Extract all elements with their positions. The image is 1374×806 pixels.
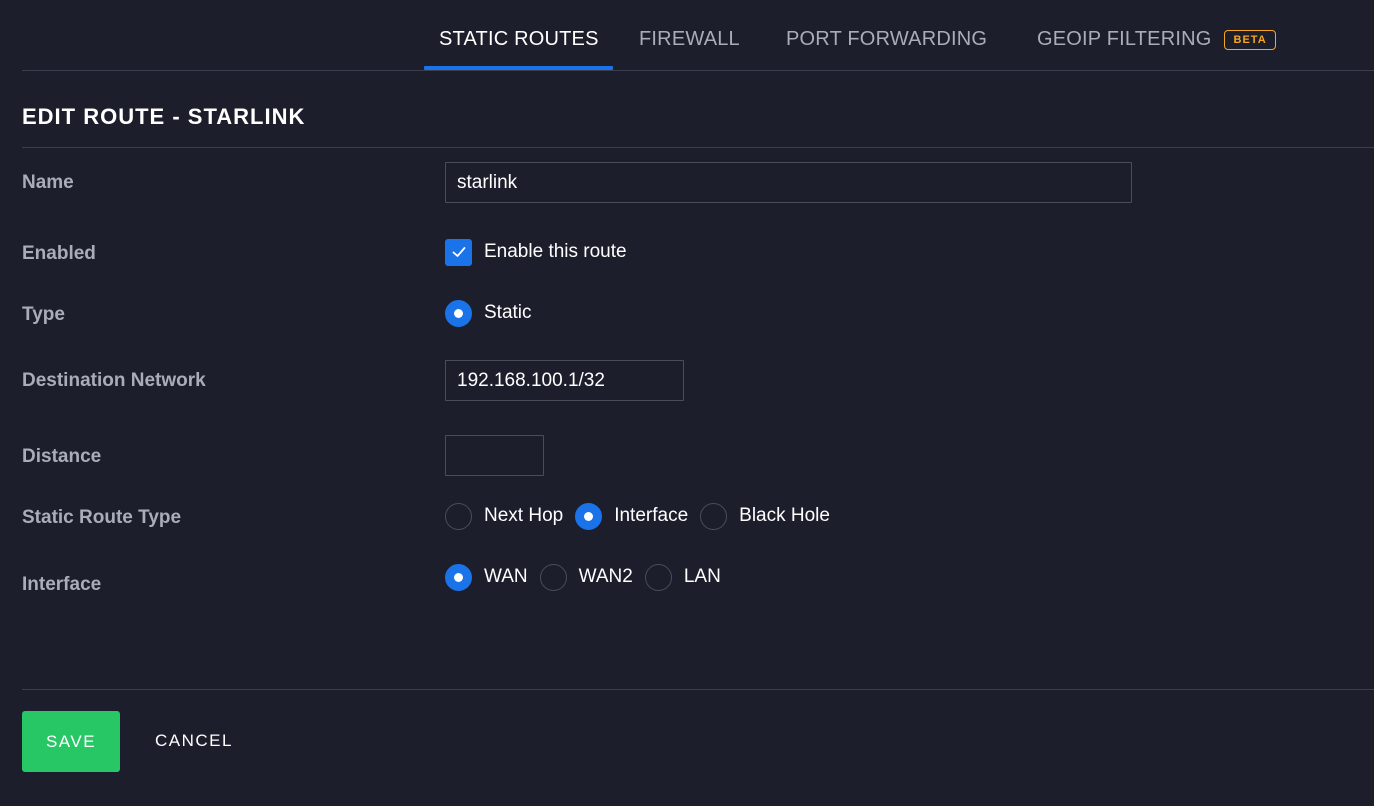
check-icon bbox=[452, 247, 465, 257]
type-label: Type bbox=[22, 304, 65, 325]
tab-geoip-label: GEOIP FILTERING bbox=[1037, 28, 1212, 50]
wan2-radio[interactable] bbox=[539, 563, 567, 591]
beta-badge: BETA bbox=[1223, 30, 1276, 50]
destination-network-input[interactable] bbox=[445, 360, 684, 401]
wan2-label: WAN2 bbox=[578, 566, 633, 587]
distance-label: Distance bbox=[22, 446, 102, 467]
wan-radio[interactable] bbox=[445, 563, 472, 591]
tab-port-forwarding[interactable]: PORT FORWARDING bbox=[786, 28, 987, 70]
wan-label: WAN bbox=[484, 566, 528, 587]
tab-bar: STATIC ROUTES FIREWALL PORT FORWARDING G… bbox=[0, 0, 1374, 70]
next-hop-radio[interactable] bbox=[445, 502, 472, 530]
tab-geoip-filtering[interactable]: GEOIP FILTERING BETA bbox=[1037, 28, 1276, 70]
enable-route-checkbox[interactable] bbox=[445, 238, 472, 266]
interface-label: Interface bbox=[22, 574, 102, 595]
interface-radio[interactable] bbox=[575, 502, 603, 530]
page-title: EDIT ROUTE - STARLINK bbox=[22, 104, 306, 129]
tab-firewall[interactable]: FIREWALL bbox=[639, 28, 740, 70]
enabled-option: Enable this route bbox=[445, 238, 639, 266]
distance-input[interactable] bbox=[445, 435, 544, 476]
interface-options: WAN WAN2 LAN bbox=[445, 563, 733, 591]
type-static-radio[interactable] bbox=[445, 299, 472, 327]
static-route-type-options: Next Hop Interface Black Hole bbox=[445, 502, 842, 530]
lan-label: LAN bbox=[683, 566, 721, 587]
title-divider bbox=[22, 147, 1374, 148]
tab-static-routes[interactable]: STATIC ROUTES bbox=[424, 28, 613, 70]
black-hole-radio[interactable] bbox=[700, 502, 728, 530]
tab-divider bbox=[22, 70, 1374, 71]
interface-option-label: Interface bbox=[614, 505, 689, 526]
lan-radio[interactable] bbox=[644, 563, 672, 591]
name-label: Name bbox=[22, 172, 74, 193]
name-input[interactable] bbox=[445, 162, 1132, 203]
destination-network-label: Destination Network bbox=[22, 370, 206, 391]
enable-route-label: Enable this route bbox=[484, 241, 627, 262]
next-hop-label: Next Hop bbox=[484, 505, 564, 526]
type-static-label: Static bbox=[484, 302, 532, 323]
black-hole-label: Black Hole bbox=[739, 505, 830, 526]
save-button[interactable]: SAVE bbox=[22, 711, 120, 772]
footer-divider bbox=[22, 689, 1374, 690]
type-options: Static bbox=[445, 299, 544, 327]
enabled-label: Enabled bbox=[22, 243, 96, 264]
cancel-button[interactable]: CANCEL bbox=[155, 731, 233, 751]
static-route-type-label: Static Route Type bbox=[22, 507, 182, 528]
